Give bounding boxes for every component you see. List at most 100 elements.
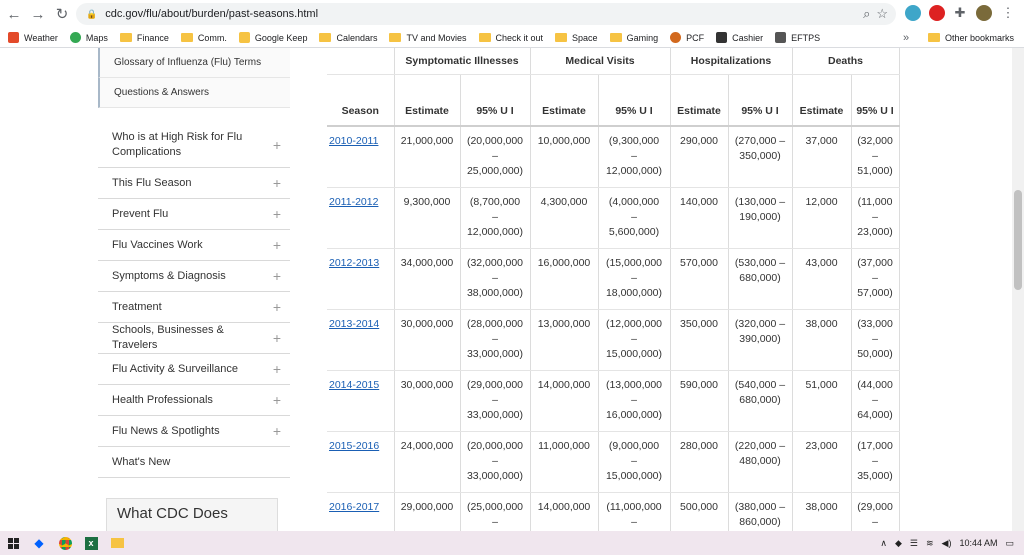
group-hospitalizations: Hospitalizations [670, 48, 793, 75]
season-link[interactable]: 2010-2011 [329, 135, 378, 147]
estimate-cell: 24,000,000 [394, 431, 461, 493]
bookmark-weather[interactable]: Weather [8, 32, 58, 43]
file-explorer-icon[interactable] [104, 531, 130, 555]
opera-icon[interactable] [929, 5, 945, 21]
estimate-cell: 14,000,000 [530, 492, 599, 531]
bookmark-cashier[interactable]: Cashier [716, 32, 763, 43]
bookmark-tv-and-movies[interactable]: TV and Movies [389, 33, 467, 43]
bookmark-gaming[interactable]: Gaming [609, 33, 658, 43]
sidebar-item-treatment[interactable]: Treatment + [98, 292, 290, 323]
bookmark-eftps[interactable]: EFTPS [775, 32, 820, 43]
lock-icon: 🔒 [86, 8, 98, 19]
bookmark-calendars[interactable]: Calendars [319, 33, 377, 43]
season-link[interactable]: 2016-2017 [329, 501, 379, 513]
expand-plus-icon[interactable]: + [270, 392, 284, 408]
clock[interactable]: 10:44 AM [959, 538, 997, 548]
interval-cell: (37,000 – 57,000) [851, 248, 900, 310]
maps-icon [69, 32, 81, 43]
cashier-icon [716, 32, 728, 43]
expand-plus-icon[interactable]: + [270, 299, 284, 315]
sidebar-subitem-questions[interactable]: Questions & Answers [98, 78, 290, 108]
season-cell: 2012-2013 [327, 248, 395, 310]
avatar[interactable] [976, 5, 992, 21]
bookmark-comm-[interactable]: Comm. [180, 33, 227, 43]
volume-icon[interactable]: ◀) [942, 538, 952, 549]
sidebar-item-label: Who is at High Risk for Flu Complication… [112, 130, 243, 158]
menu-icon[interactable]: ⋮ [1000, 5, 1016, 21]
expand-plus-icon[interactable]: + [270, 137, 284, 153]
expand-plus-icon[interactable]: + [270, 206, 284, 222]
sidebar-item-flu-vaccines-work[interactable]: Flu Vaccines Work + [98, 230, 290, 261]
bookmark-check-it-out[interactable]: Check it out [478, 33, 543, 43]
season-link[interactable]: 2015-2016 [329, 440, 379, 452]
weather-icon [8, 32, 19, 43]
expand-plus-icon[interactable]: + [270, 423, 284, 439]
interval-cell: (4,000,000 – 5,600,000) [598, 187, 671, 249]
wifi-icon[interactable]: ≋ [926, 538, 934, 549]
season-link[interactable]: 2014-2015 [329, 379, 379, 391]
expand-plus-icon[interactable]: + [270, 175, 284, 191]
column-header-estimate: Estimate [792, 74, 852, 127]
bookmark-maps[interactable]: Maps [69, 32, 108, 43]
pcf-icon [670, 32, 682, 43]
scrollbar-thumb[interactable] [1014, 190, 1022, 290]
zoom-icon[interactable]: ⌕ [863, 6, 870, 22]
season-cell: 2013-2014 [327, 309, 395, 371]
sidebar-item-symptoms-diagnosis[interactable]: Symptoms & Diagnosis + [98, 261, 290, 292]
season-link[interactable]: 2013-2014 [329, 318, 379, 330]
forward-icon[interactable]: → [26, 2, 50, 26]
season-cell: 2011-2012 [327, 187, 395, 249]
sidebar-item-label: Flu Activity & Surveillance [112, 362, 238, 375]
season-link[interactable]: 2012-2013 [329, 257, 379, 269]
bookmark-space[interactable]: Space [555, 33, 598, 43]
puzzle-icon[interactable]: ✚ [952, 5, 968, 21]
page-scrollbar[interactable] [1012, 48, 1024, 531]
expand-plus-icon[interactable]: + [270, 330, 284, 346]
estimate-cell: 14,000,000 [530, 370, 599, 432]
address-bar[interactable]: 🔒 cdc.gov/flu/about/burden/past-seasons.… [76, 3, 896, 25]
sidebar-item-health-professionals[interactable]: Health Professionals + [98, 385, 290, 416]
notifications-icon[interactable]: ▭ [1005, 538, 1014, 549]
folder-icon [555, 33, 568, 42]
expand-plus-icon[interactable]: + [270, 361, 284, 377]
chevron-up-icon[interactable]: ∧ [880, 538, 887, 549]
chrome-icon[interactable] [52, 531, 78, 555]
interval-cell: (9,300,000 – 12,000,000) [598, 126, 671, 188]
dropbox-icon[interactable]: ◆ [26, 531, 52, 555]
group-deaths: Deaths [792, 48, 900, 75]
sidebar-item-schools-businesses-travelers[interactable]: Schools, Businesses & Travelers + [98, 323, 290, 354]
back-icon[interactable]: ← [2, 2, 26, 26]
sidebar-item-label: Treatment [112, 300, 162, 313]
dropbox-tray-icon[interactable]: ◆ [895, 538, 902, 549]
network-icon[interactable]: ☰ [910, 538, 918, 549]
sidebar-item-flu-activity-surveillance[interactable]: Flu Activity & Surveillance + [98, 354, 290, 385]
sidebar-item-flu-news-spotlights[interactable]: Flu News & Spotlights + [98, 416, 290, 447]
group-medical-visits: Medical Visits [530, 48, 671, 75]
extension-icon[interactable] [905, 5, 921, 21]
bookmark-google-keep[interactable]: Google Keep [238, 32, 307, 43]
other-bookmarks[interactable]: Other bookmarks [928, 33, 1014, 43]
estimate-cell: 21,000,000 [394, 126, 461, 188]
interval-cell: (380,000 – 860,000) [728, 492, 793, 531]
bookmarks-overflow-icon[interactable]: » [903, 32, 909, 44]
sidebar-item-what-s-new[interactable]: What's New [98, 447, 290, 478]
expand-plus-icon[interactable]: + [270, 237, 284, 253]
interval-cell: (12,000,000 – 15,000,000) [598, 309, 671, 371]
browser-toolbar: ← → ↻ 🔒 cdc.gov/flu/about/burden/past-se… [0, 0, 1024, 28]
interval-cell: (32,000,000 – 38,000,000) [460, 248, 531, 310]
sidebar-item-prevent-flu[interactable]: Prevent Flu + [98, 199, 290, 230]
table-row: 2014-2015 30,000,000 (29,000,000 – 33,000,… [327, 370, 900, 432]
reload-icon[interactable]: ↻ [50, 2, 74, 26]
bookmark-star-icon[interactable]: ☆ [876, 6, 888, 22]
excel-icon[interactable]: x [78, 531, 104, 555]
sidebar-item-who-is-at-high-risk-for-flu-complications[interactable]: Who is at High Risk for Flu Complication… [98, 122, 290, 168]
bookmark-finance[interactable]: Finance [119, 33, 169, 43]
expand-plus-icon[interactable]: + [270, 268, 284, 284]
bookmarks-bar: Weather Maps Finance Comm. Google Keep Calend… [0, 28, 1024, 48]
season-link[interactable]: 2011-2012 [329, 196, 378, 208]
bookmark-pcf[interactable]: PCF [670, 32, 704, 43]
windows-start-icon[interactable] [0, 531, 26, 555]
sidebar-subitem-glossary[interactable]: Glossary of Influenza (Flu) Terms [98, 48, 290, 78]
estimate-cell: 30,000,000 [394, 370, 461, 432]
sidebar-item-this-flu-season[interactable]: This Flu Season + [98, 168, 290, 199]
